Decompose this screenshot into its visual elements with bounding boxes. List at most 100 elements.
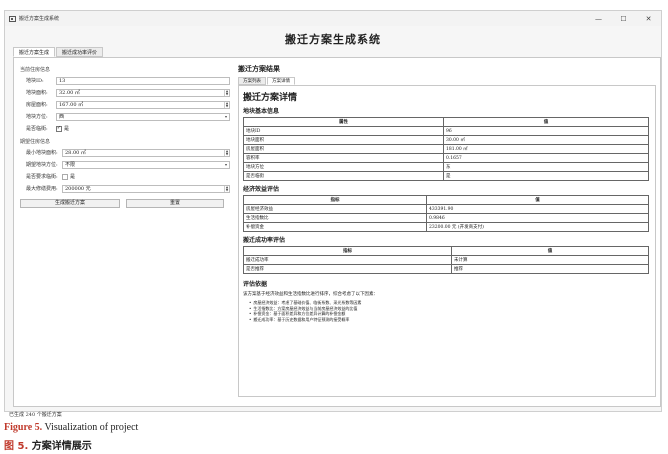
cell: 0.9846 <box>426 213 649 223</box>
basic-info-table: 属性 值 地块ID 96 地块面积 30.00 ㎡ 房屋面积 181.00 ㎡ 容积率… <box>243 117 649 181</box>
min-area-row: 最小地块面积: 28.00 ㎡ ▲ ▼ <box>26 148 230 157</box>
table-row: 房屋面积 181.00 ㎡ <box>243 144 649 154</box>
cell: 433391.90 <box>426 204 649 214</box>
header-indicator: 指标 <box>243 246 452 256</box>
basis-title: 评估依据 <box>243 281 268 288</box>
table-row: 是否推荐 推荐 <box>243 264 649 274</box>
cell: 181.00 ㎡ <box>443 144 649 154</box>
figure-caption-zh: 图 5. 方案详情展示 <box>4 437 92 452</box>
title-bar: 搬迁方案生成系统 — ☐ ✕ <box>5 11 661 26</box>
orientation-value: 西 <box>59 113 65 120</box>
require-road-row: 是否要求临街: 是 <box>26 172 230 181</box>
economic-table: 指标 值 房屋经济效益 433391.90 生活指数比 0.9846 补偿资金 232… <box>243 195 649 232</box>
list-item: 搬迁成功率：基于历史数据和用户特征预测的接受概率 <box>249 317 651 323</box>
header-value: 值 <box>443 117 649 127</box>
spin-arrows-icon[interactable]: ▲ ▼ <box>224 149 229 156</box>
plot-id-input[interactable]: 13 <box>56 76 230 85</box>
tab-plan-list[interactable]: 方案列表 <box>238 77 266 85</box>
tab-plan-detail[interactable]: 方案详情 <box>267 77 295 85</box>
tab-plan-generation[interactable]: 搬迁方案生成 <box>13 47 56 57</box>
detail-heading: 搬迁方案详情 <box>243 93 298 103</box>
cell: 东 <box>443 162 649 172</box>
cell: 生活指数比 <box>243 213 427 223</box>
plot-id-label: 地块ID: <box>26 78 44 84</box>
generate-plan-button[interactable]: 生成搬迁方案 <box>20 199 120 208</box>
chevron-down-icon: ▾ <box>224 161 227 167</box>
result-panel: 搬迁方案结果 方案列表 方案详情 搬迁方案详情 地块基本信息 属性 值 地块ID… <box>238 64 656 402</box>
plot-area-value: 32.00 ㎡ <box>59 89 80 96</box>
chevron-down-icon: ▾ <box>224 113 227 119</box>
spin-arrows-icon[interactable]: ▲ ▼ <box>224 185 229 192</box>
road-row: 是否临街: ✓ 是 <box>26 124 230 133</box>
cell: 房屋经济效益 <box>243 204 427 214</box>
table-header-row: 指标 值 <box>243 246 649 256</box>
window-controls: — ☐ ✕ <box>586 11 661 26</box>
close-button[interactable]: ✕ <box>636 11 661 26</box>
header-value: 值 <box>451 246 649 256</box>
cell: 23200.00 元 (开发商支付) <box>426 222 649 232</box>
table-row: 生活指数比 0.9846 <box>243 213 649 223</box>
min-area-label: 最小地块面积: <box>26 150 58 156</box>
table-header-row: 指标 值 <box>243 195 649 205</box>
header-value: 值 <box>426 195 649 205</box>
expected-housing-group-title: 期望住房信息 <box>20 139 51 145</box>
table-row: 地块方位东 <box>243 162 649 172</box>
spin-arrows-icon[interactable]: ▲ ▼ <box>224 101 229 108</box>
figure-label-zh: 图 5. <box>4 441 29 452</box>
orientation-label: 地块方位: <box>26 114 48 120</box>
window-title: 搬迁方案生成系统 <box>19 16 60 22</box>
cell: 搬迁成功率 <box>243 255 452 265</box>
require-road-checkbox[interactable] <box>62 173 68 180</box>
table-row: 补偿资金 23200.00 元 (开发商支付) <box>243 222 649 232</box>
building-area-spinbox[interactable]: 167.00 ㎡ ▲ ▼ <box>56 100 230 109</box>
cell: 地块ID <box>243 126 444 136</box>
result-tabs: 方案列表 方案详情 <box>238 77 656 85</box>
plot-area-label: 地块面积: <box>26 90 48 96</box>
current-housing-group-title: 当前住房信息 <box>20 67 51 73</box>
min-area-spinbox[interactable]: 28.00 ㎡ ▲ ▼ <box>62 148 230 157</box>
app-icon <box>9 15 16 22</box>
table-row: 是否临街是 <box>243 171 649 181</box>
minimize-button[interactable]: — <box>586 11 611 26</box>
cell: 是否临街 <box>243 171 444 181</box>
min-area-value: 28.00 ㎡ <box>65 149 86 156</box>
basis-intro: 该方案基于经济效益和生活指数比进行排序，综合考虑了以下因素： <box>243 292 378 297</box>
cell: 0.1657 <box>443 153 649 163</box>
current-housing-group: 地块ID: 13 地块面积: 32.00 ㎡ ▲ ▼ 房屋面积: 167.00 ㎡ ▲… <box>20 76 230 133</box>
table-row: 地块面积 30.00 ㎡ <box>243 135 649 145</box>
figure-text-en: Visualization of project <box>42 422 139 433</box>
tab-content: 当前住房信息 地块ID: 13 地块面积: 32.00 ㎡ ▲ ▼ 房屋面积: 16… <box>13 57 661 407</box>
table-row: 搬迁成功率 未计算 <box>243 255 649 265</box>
reset-button[interactable]: 重置 <box>126 199 224 208</box>
tab-success-evaluation[interactable]: 搬迁成功率评价 <box>56 47 104 57</box>
require-road-label: 是否要求临街: <box>26 174 58 180</box>
expected-orientation-select[interactable]: 不限 ▾ <box>62 160 230 169</box>
orientation-row: 地块方位: 西 ▾ <box>26 112 230 121</box>
cell: 推荐 <box>451 264 649 274</box>
action-buttons: 生成搬迁方案 重置 <box>20 199 230 208</box>
road-label: 是否临街: <box>26 126 48 132</box>
max-cost-label: 最大修缮费用: <box>26 186 58 192</box>
require-road-checkbox-text: 是 <box>70 174 76 180</box>
table-row: 容积率 0.1657 <box>243 153 649 163</box>
expected-orientation-label: 期望地块方位: <box>26 162 58 168</box>
cell: 是否推荐 <box>243 264 452 274</box>
plot-id-row: 地块ID: 13 <box>26 76 230 85</box>
economic-title: 经济效益评估 <box>243 186 280 193</box>
input-panel: 当前住房信息 地块ID: 13 地块面积: 32.00 ㎡ ▲ ▼ 房屋面积: 16… <box>20 64 230 208</box>
cell: 是 <box>443 171 649 181</box>
app-window: 搬迁方案生成系统 — ☐ ✕ 搬迁方案生成系统 搬迁方案生成 搬迁成功率评价 当… <box>4 10 662 418</box>
max-cost-value: 200000 元 <box>65 185 91 192</box>
max-cost-row: 最大修缮费用: 200000 元 ▲ ▼ <box>26 184 230 193</box>
plot-area-spinbox[interactable]: 32.00 ㎡ ▲ ▼ <box>56 88 230 97</box>
orientation-select[interactable]: 西 ▾ <box>56 112 230 121</box>
success-table: 指标 值 搬迁成功率 未计算 是否推荐 推荐 <box>243 246 649 274</box>
max-cost-spinbox[interactable]: 200000 元 ▲ ▼ <box>62 184 230 193</box>
cell: 地块方位 <box>243 162 444 172</box>
basic-info-title: 地块基本信息 <box>243 108 280 115</box>
expected-housing-group: 最小地块面积: 28.00 ㎡ ▲ ▼ 期望地块方位: 不限 ▾ 是否要求临街: 是 … <box>20 148 230 193</box>
road-checkbox[interactable]: ✓ <box>56 125 62 132</box>
cell: 地块面积 <box>243 135 444 145</box>
spin-arrows-icon[interactable]: ▲ ▼ <box>224 89 229 96</box>
maximize-button[interactable]: ☐ <box>611 11 636 26</box>
